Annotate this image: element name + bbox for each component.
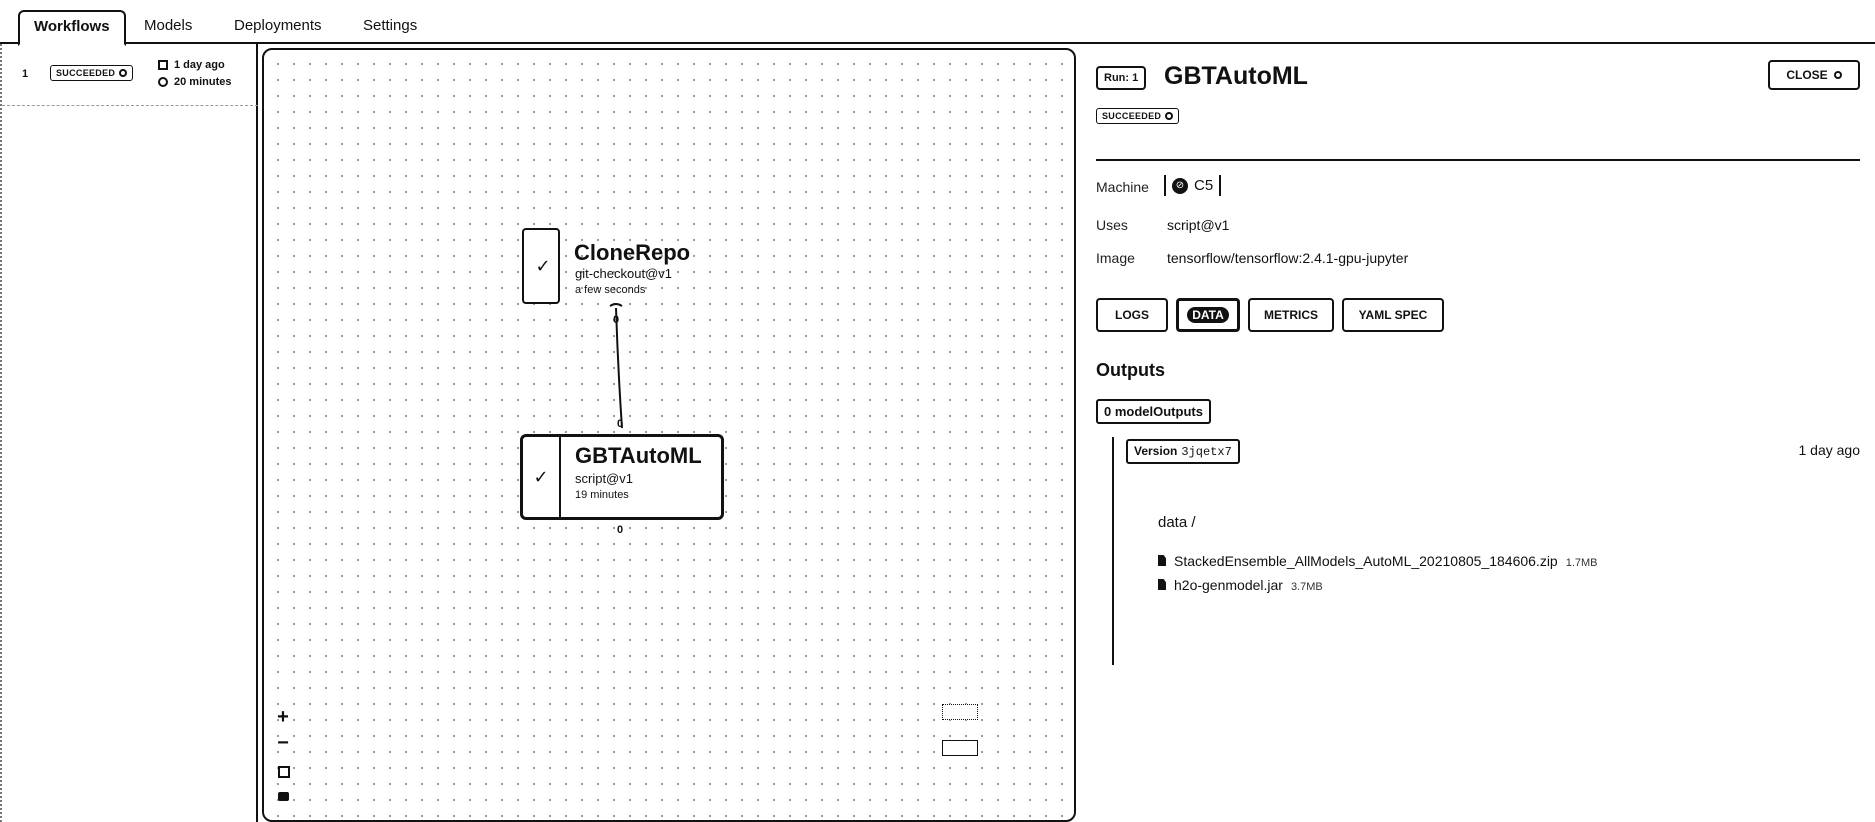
file-size: 3.7MB	[1290, 581, 1323, 593]
edge-port-out	[609, 303, 623, 307]
lock-icon[interactable]	[278, 792, 289, 801]
tab-logs[interactable]: LOGS	[1096, 298, 1168, 332]
status-dot-icon	[119, 69, 128, 77]
version-time: 1 day ago	[1798, 442, 1861, 458]
calendar-icon	[158, 60, 168, 70]
file-item[interactable]: StackedEnsemble_AllModels_AutoML_2021080…	[1158, 553, 1598, 569]
machine-logo-icon: ⊘	[1172, 177, 1188, 194]
uses-value: script@v1	[1167, 217, 1230, 233]
node-time: a few seconds	[575, 284, 646, 296]
clock-icon	[158, 77, 168, 87]
status-badge-label: SUCCEEDED	[56, 68, 116, 78]
workflow-node-clonerepo[interactable]: ✓	[522, 228, 560, 304]
status-badge: SUCCEEDED	[1096, 108, 1180, 124]
status-dot-icon	[1165, 112, 1174, 120]
outputs-count: 0 modelOutputs	[1096, 399, 1211, 424]
close-icon	[1833, 71, 1842, 79]
zoom-in-button[interactable]: +	[274, 706, 292, 729]
tab-data-label: DATA	[1187, 307, 1229, 323]
run-detail-panel: Run: 1 GBTAutoML CLOSE SUCCEEDED Machine…	[1078, 44, 1875, 822]
outputs-heading: Outputs	[1096, 360, 1165, 380]
uses-label: Uses	[1096, 217, 1128, 233]
detail-title: GBTAutoML	[1164, 62, 1308, 90]
close-button[interactable]: CLOSE	[1768, 60, 1860, 90]
tab-workflows[interactable]: Workflows	[18, 10, 126, 46]
file-item[interactable]: h2o-genmodel.jar 3.7MB	[1158, 577, 1323, 593]
edge-label: 0	[617, 418, 624, 430]
close-button-label: CLOSE	[1786, 68, 1828, 82]
image-value: tensorflow/tensorflow:2.4.1-gpu-jupyter	[1167, 250, 1409, 266]
runs-list-panel: 1 SUCCEEDED 1 day ago 20 minutes	[0, 44, 258, 822]
node-uses: script@v1	[575, 471, 633, 486]
machine-value: C5	[1194, 177, 1214, 194]
minimap-node	[942, 704, 978, 720]
version-chip[interactable]: Version 3jqetx7	[1126, 439, 1240, 464]
edge-label: 0	[613, 314, 620, 326]
folder-path[interactable]: data /	[1158, 514, 1196, 531]
checkmark-icon: ✓	[523, 437, 561, 517]
fit-view-icon[interactable]	[278, 766, 290, 778]
tab-yaml-spec[interactable]: YAML SPEC	[1342, 298, 1444, 332]
tab-deployments[interactable]: Deployments	[234, 13, 322, 44]
file-name: h2o-genmodel.jar	[1174, 577, 1283, 593]
run-date-text: 1 day ago	[174, 59, 225, 71]
status-badge: SUCCEEDED	[50, 65, 134, 81]
tab-logs-label: LOGS	[1114, 308, 1149, 322]
run-list-item[interactable]: 1 SUCCEEDED 1 day ago 20 minutes	[2, 44, 258, 106]
workflow-canvas[interactable]: ✓ CloneRepo git-checkout@v1 a few second…	[262, 48, 1076, 822]
run-number: 1	[22, 68, 29, 80]
tab-metrics-label: METRICS	[1264, 308, 1318, 322]
tab-settings[interactable]: Settings	[363, 13, 417, 44]
file-icon	[1158, 579, 1166, 590]
node-time: 19 minutes	[575, 489, 629, 501]
tab-data[interactable]: DATA	[1176, 298, 1240, 332]
file-name: StackedEnsemble_AllModels_AutoML_2021080…	[1174, 553, 1558, 569]
node-title: GBTAutoML	[575, 443, 702, 468]
node-title: CloneRepo	[574, 240, 691, 265]
checkmark-icon: ✓	[535, 255, 551, 276]
zoom-out-button[interactable]: −	[274, 732, 292, 755]
tab-metrics[interactable]: METRICS	[1248, 298, 1334, 332]
divider	[1096, 159, 1860, 161]
version-id: 3jqetx7	[1181, 445, 1232, 459]
version-label: Version	[1134, 444, 1178, 458]
run-duration-text: 20 minutes	[174, 76, 232, 88]
tab-yaml-spec-label: YAML SPEC	[1358, 308, 1428, 322]
file-size: 1.7MB	[1565, 557, 1598, 569]
node-uses: git-checkout@v1	[575, 266, 673, 281]
image-label: Image	[1096, 250, 1135, 266]
machine-chip: ⊘ C5	[1164, 175, 1222, 196]
machine-label: Machine	[1096, 179, 1149, 195]
status-badge-label: SUCCEEDED	[1102, 111, 1162, 121]
run-date: 1 day ago	[158, 59, 225, 71]
file-icon	[1158, 555, 1166, 566]
top-tab-bar: Workflows Models Deployments Settings	[0, 0, 1875, 46]
run-duration: 20 minutes	[158, 76, 231, 88]
run-chip: Run: 1	[1096, 66, 1147, 90]
edge-label: 0	[617, 524, 624, 536]
version-rail	[1112, 437, 1114, 665]
tab-models[interactable]: Models	[144, 13, 192, 44]
minimap-node	[942, 740, 978, 756]
workflow-edge	[615, 307, 623, 429]
workflow-node-gbtautoml[interactable]: ✓ GBTAutoML script@v1 19 minutes	[520, 434, 724, 520]
